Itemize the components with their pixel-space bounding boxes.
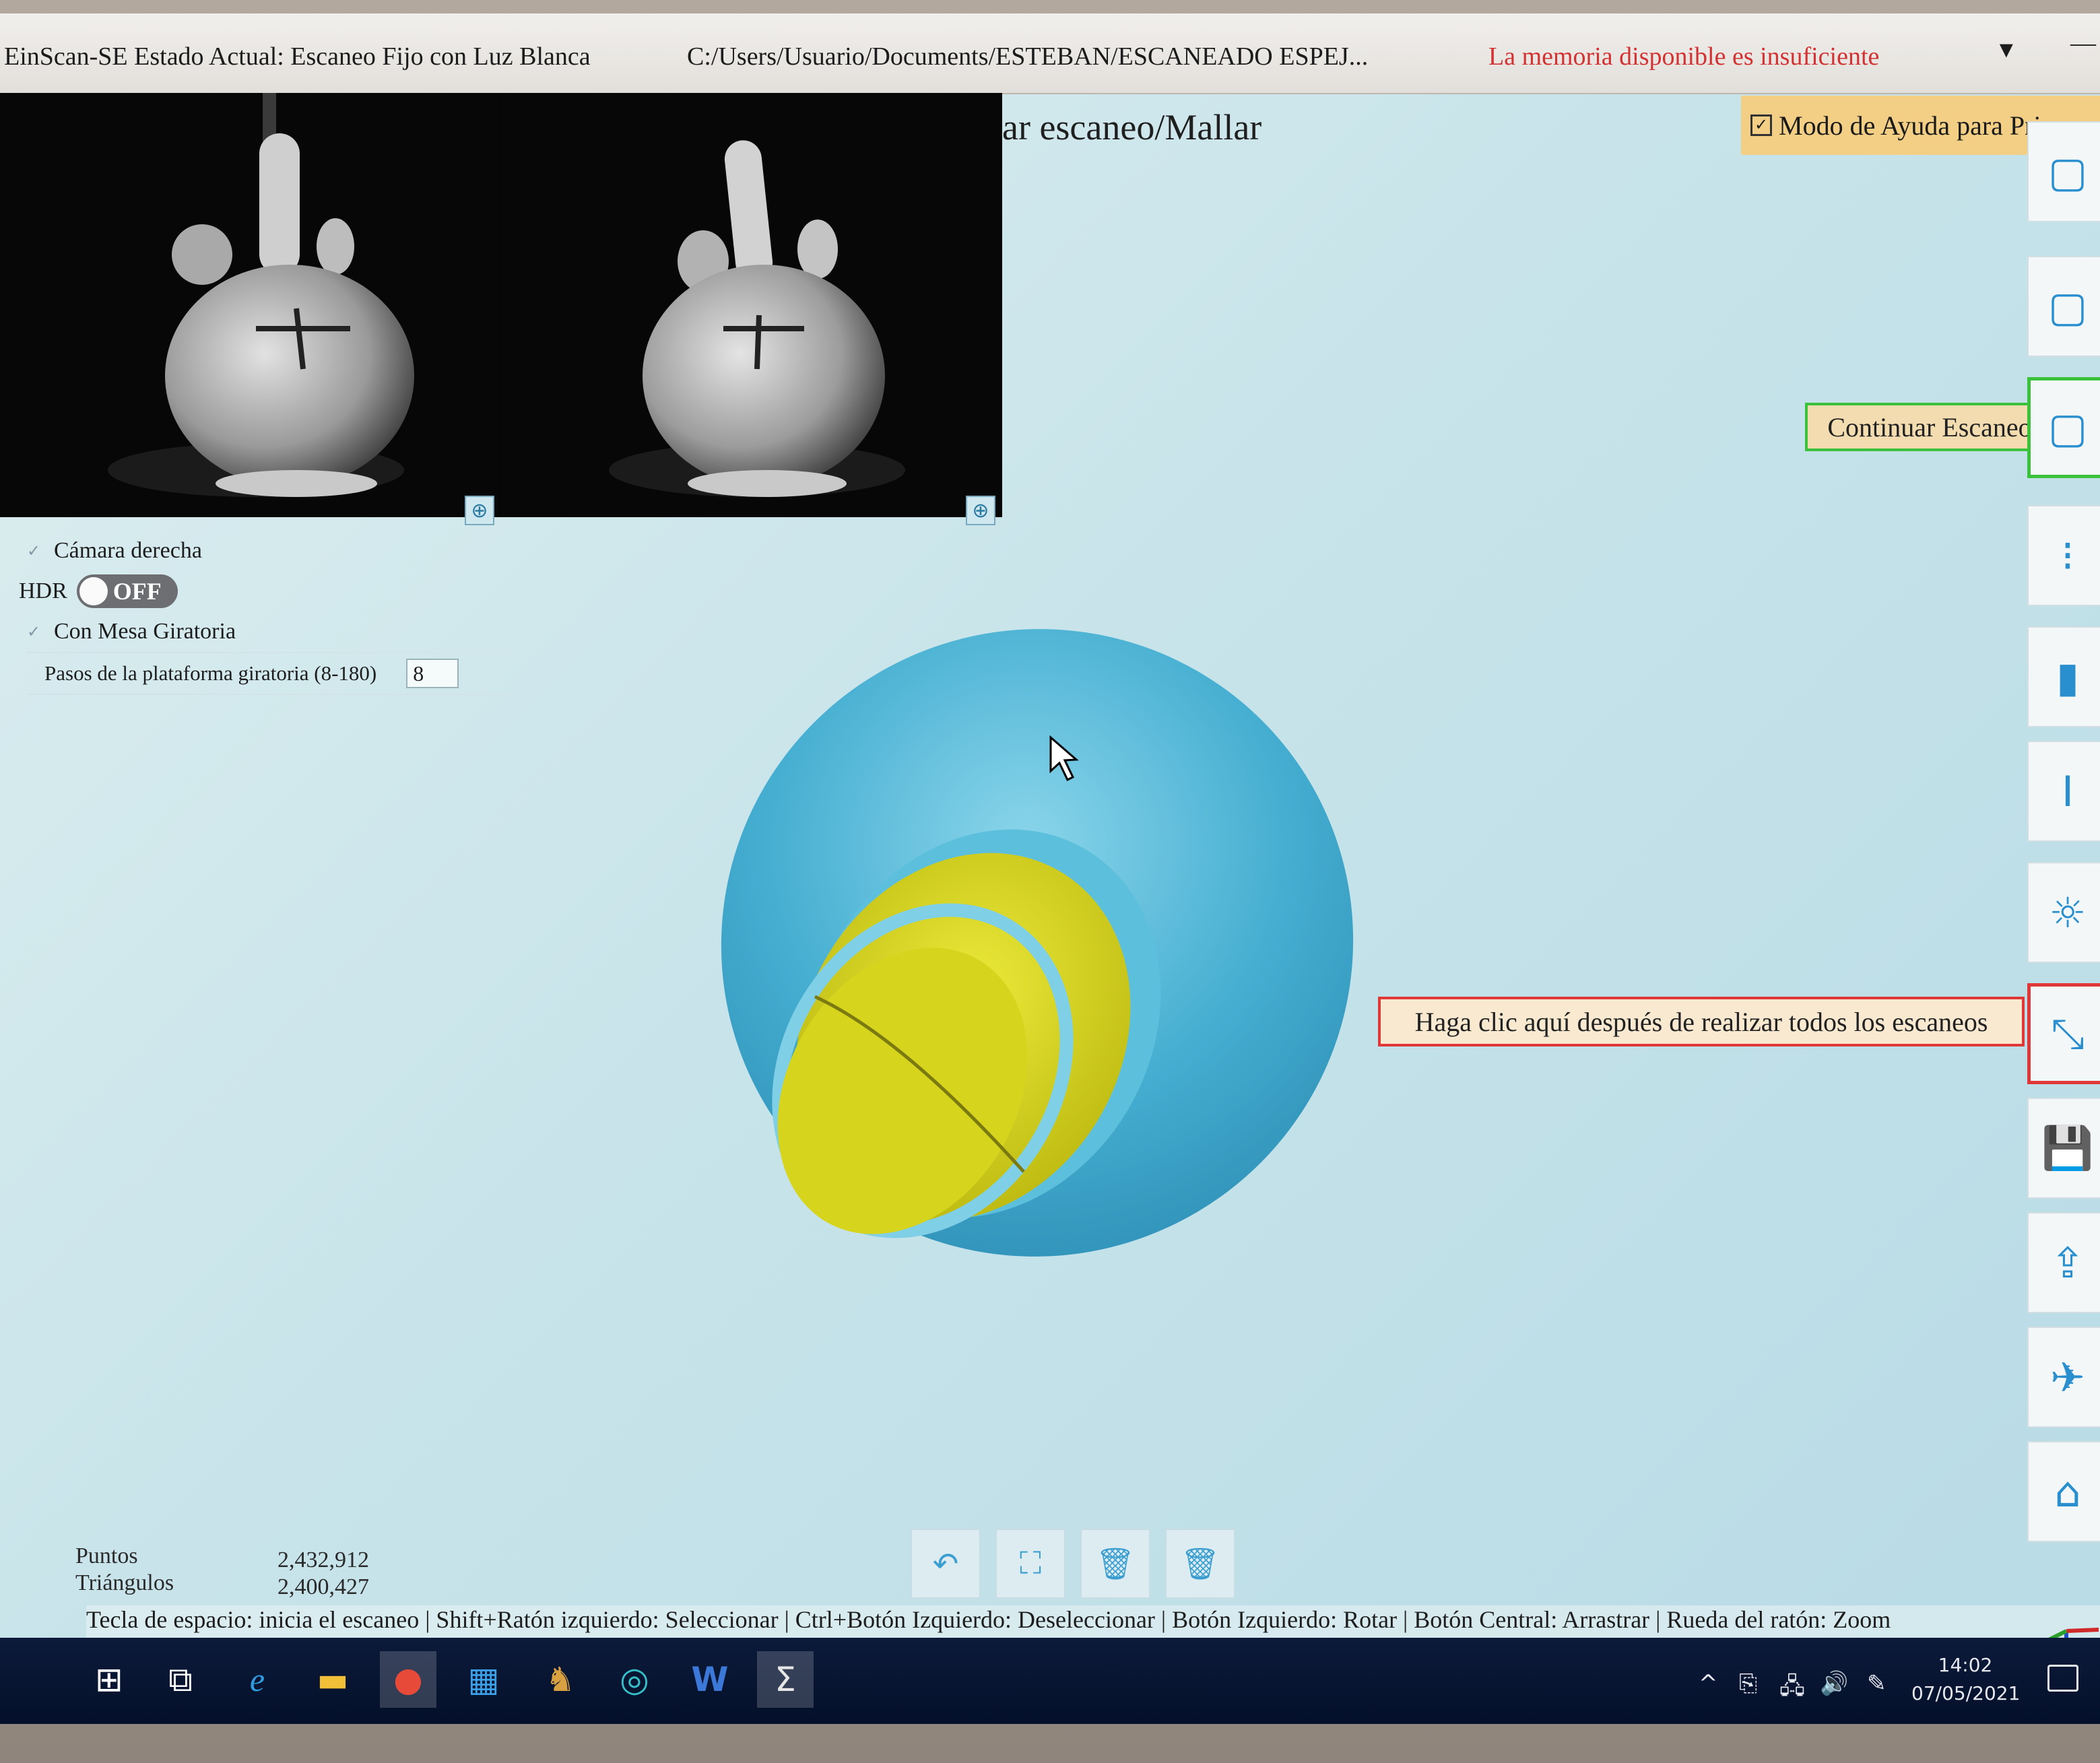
hdr-row: HDR OFF [19,571,504,611]
continue-scan-icon[interactable]: ▢ [2027,377,2100,478]
tray-chevron-icon[interactable]: ^ [1699,1670,1718,1697]
network-icon[interactable]: 🖧 [1779,1670,1805,1708]
file-explorer-icon[interactable]: ▬ [304,1651,361,1708]
finish-scan-icon[interactable]: ⤡ [2027,983,2100,1084]
right-camera-label: Cámara derecha [54,538,202,563]
turntable-label: Con Mesa Giratoria [54,619,236,644]
game-app-icon[interactable]: ♞ [532,1651,589,1708]
points-value: 2,432,912 [277,1548,369,1572]
hdr-state: OFF [112,578,162,605]
turntable-steps-row: Pasos de la plataforma giratoria (8-180)… [44,653,529,694]
delete-icon[interactable]: 🗑 [1080,1529,1150,1599]
pen-icon[interactable]: ✎ [1867,1670,1886,1697]
check-icon: ✓ [27,541,41,560]
app-status-title: EinScan-SE Estado Actual: Escaneo Fijo c… [4,42,591,71]
align-icon[interactable]: ▮ [2027,626,2100,727]
settings-icon[interactable]: ⁝ [2027,505,2100,606]
left-camera-image [0,93,498,517]
internet-explorer-icon[interactable]: e [229,1651,286,1708]
checkbox-check-icon: ✓ [1750,114,1772,136]
share-icon[interactable]: ✈ [2027,1327,2100,1428]
right-camera-zoom-in-icon[interactable]: ⊕ [966,496,995,525]
notifications-icon[interactable] [2047,1665,2078,1692]
windows-taskbar: ⊞ ⧉ e ▬ ● ▦ ♞ ◎ W Ʃ ^ ⎘ 🖧 🔊 ✎ 14:02 07/0… [0,1638,2100,1724]
fit-view-icon[interactable]: ⛶ [995,1529,1065,1599]
check-icon: ✓ [27,622,41,641]
turntable-option[interactable]: ✓ Con Mesa Giratoria [27,611,512,652]
right-camera-option[interactable]: ✓ Cámara derecha [27,531,512,571]
memory-warning: La memoria disponible es insuficiente [1488,42,1880,71]
project-path: C:/Users/Usuario/Documents/ESTEBAN/ESCAN… [687,42,1369,71]
volume-icon[interactable]: 🔊 [1820,1670,1848,1697]
toggle-knob [79,577,108,605]
edge-icon[interactable]: ◎ [606,1651,663,1708]
export-icon[interactable]: ⇪ [2027,1212,2100,1313]
system-clock[interactable]: 14:02 07/05/2021 [1911,1651,2021,1708]
minimize-button[interactable]: — [2070,28,2096,58]
finish-scan-callout[interactable]: Haga clic aquí después de realizar todos… [1378,997,2025,1046]
camera-preview: ⊕ ⊕ [0,93,1002,525]
right-camera-image [501,93,999,517]
save-icon[interactable]: 💾 [2027,1098,2100,1199]
scan-settings-panel: ✓ Cámara derecha HDR OFF ✓ Con Mesa Gira… [19,531,512,695]
word-icon[interactable]: W [682,1651,738,1708]
task-view-icon[interactable]: ⧉ [152,1651,209,1708]
stage-title: ar escaneo/Mallar [1002,107,1262,147]
shortcut-hint-bar: Tecla de espacio: inicia el escaneo | Sh… [86,1605,2100,1639]
clock-time: 14:02 [1938,1654,1993,1676]
marker-icon[interactable]: I [2027,741,2100,842]
divider [27,694,512,695]
turntable-steps-label: Pasos de la plataforma giratoria (8-180) [44,661,377,685]
right-toolbar: ▢ ▢ ▢ ⁝ ▮ I ☼ ⤡ 💾 ⇪ ✈ ⌂ [2014,121,2100,1542]
onedrive-icon[interactable]: ⎘ [1739,1670,1757,1697]
chrome-icon[interactable]: ● [380,1651,436,1708]
light-icon[interactable]: ☼ [2027,862,2100,963]
delete-all-icon[interactable]: 🗑 [1165,1529,1235,1599]
hdr-toggle[interactable]: OFF [76,574,178,608]
turntable-steps-input[interactable]: 8 [406,659,459,688]
hdr-label: HDR [19,578,67,603]
calculator-app-icon[interactable]: ▦ [455,1651,512,1708]
windows-start-icon[interactable]: ⊞ [81,1651,137,1708]
scan-icon[interactable]: ▢ [2027,256,2100,357]
clock-date: 07/05/2021 [1911,1682,2021,1704]
points-label: Puntos [75,1543,138,1568]
einscan-icon[interactable]: Ʃ [757,1651,814,1708]
left-camera-zoom-in-icon[interactable]: ⊕ [465,496,494,525]
scan-icon[interactable]: ▢ [2027,121,2100,222]
triangles-label: Triángulos [75,1570,174,1595]
chevron-down-icon[interactable]: ▼ [1995,38,2018,63]
undo-icon[interactable]: ↶ [911,1529,981,1599]
3d-model-viewport[interactable] [700,606,1360,1279]
triangles-value: 2,400,427 [277,1574,369,1599]
app-window: EinScan-SE Estado Actual: Escaneo Fijo c… [0,13,2100,1724]
right-camera-view: ⊕ [501,93,999,525]
home-icon[interactable]: ⌂ [2027,1441,2100,1542]
left-camera-view: ⊕ [0,93,498,525]
title-bar: EinScan-SE Estado Actual: Escaneo Fijo c… [0,13,2100,94]
